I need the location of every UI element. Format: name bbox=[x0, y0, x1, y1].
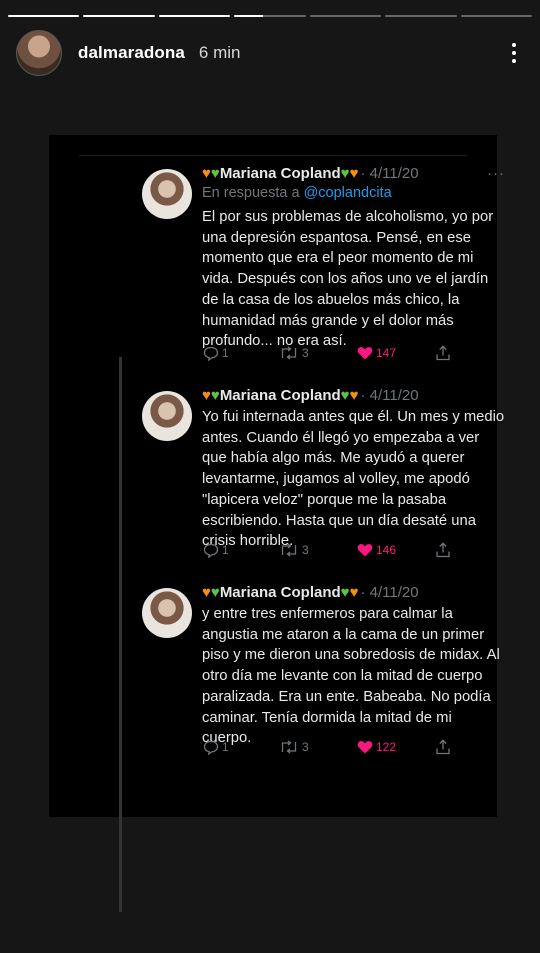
orange-heart-icon: ♥ bbox=[202, 165, 211, 182]
heart-icon bbox=[357, 544, 373, 557]
green-heart-icon: ♥ bbox=[210, 584, 220, 601]
tweet-avatar bbox=[142, 588, 192, 638]
tweet-avatar bbox=[142, 391, 192, 441]
retweet-icon bbox=[281, 740, 297, 754]
story-progress-segment bbox=[158, 15, 231, 17]
green-heart-icon: ♥ bbox=[340, 387, 350, 404]
green-heart-icon: ♥ bbox=[210, 387, 220, 404]
tweet-date: · 4/11/20 bbox=[360, 387, 419, 404]
tweet-author: Mariana Copland bbox=[219, 387, 341, 404]
heart-icon bbox=[357, 741, 373, 754]
reply-context: En respuesta a @coplandcita bbox=[202, 185, 392, 201]
story-header: dalmaradona 6 min bbox=[16, 30, 524, 76]
reply-icon bbox=[203, 543, 219, 558]
tweet-author: Mariana Copland bbox=[219, 584, 341, 601]
story-progress bbox=[8, 15, 532, 17]
reply-action: 1 bbox=[203, 346, 229, 361]
orange-heart-icon: ♥ bbox=[349, 165, 359, 182]
reply-handle: @coplandcita bbox=[303, 185, 392, 201]
green-heart-icon: ♥ bbox=[210, 165, 220, 182]
orange-heart-icon: ♥ bbox=[202, 584, 211, 601]
share-action bbox=[435, 542, 451, 558]
share-icon bbox=[436, 345, 450, 361]
share-icon bbox=[436, 542, 450, 558]
reply-icon bbox=[203, 740, 219, 755]
story-progress-segment bbox=[234, 15, 306, 17]
share-action bbox=[435, 739, 451, 755]
divider bbox=[79, 155, 467, 156]
tweet-thread-screenshot: ♥ ♥ Mariana Copland ♥ ♥ · 4/11/20 ··· En re… bbox=[49, 135, 504, 912]
green-heart-icon: ♥ bbox=[340, 584, 350, 601]
retweet-action: 3 bbox=[279, 346, 309, 360]
heart-icon bbox=[357, 347, 373, 360]
reply-icon bbox=[203, 346, 219, 361]
thread-connector bbox=[119, 357, 122, 912]
reply-action: 1 bbox=[203, 543, 229, 558]
share-icon bbox=[436, 739, 450, 755]
orange-heart-icon: ♥ bbox=[349, 387, 359, 404]
story-username[interactable]: dalmaradona bbox=[78, 43, 185, 63]
orange-heart-icon: ♥ bbox=[202, 387, 211, 404]
green-heart-icon: ♥ bbox=[340, 165, 350, 182]
tweet-date: · 4/11/20 bbox=[360, 165, 419, 182]
share-action bbox=[435, 345, 451, 361]
retweet-action: 3 bbox=[279, 543, 309, 557]
story-progress-segment bbox=[309, 15, 382, 17]
retweet-icon bbox=[281, 346, 297, 360]
tweet-text: y entre tres enfermeros para calmar la a… bbox=[202, 606, 500, 747]
more-options-icon[interactable] bbox=[504, 38, 524, 68]
story-avatar[interactable] bbox=[16, 30, 62, 76]
tweet-date: · 4/11/20 bbox=[360, 584, 419, 601]
orange-heart-icon: ♥ bbox=[349, 584, 359, 601]
tweet-more-icon: ··· bbox=[487, 165, 505, 182]
tweet-text: Yo fui internada antes que él. Un mes y … bbox=[202, 409, 505, 550]
tweet-text: El por sus problemas de alcoholismo, yo … bbox=[202, 209, 494, 350]
like-action: 122 bbox=[357, 740, 396, 754]
reply-action: 1 bbox=[203, 740, 229, 755]
story-progress-segment bbox=[460, 15, 532, 17]
story-progress-segment bbox=[385, 15, 457, 17]
like-action: 146 bbox=[357, 543, 396, 557]
like-action: 147 bbox=[357, 346, 396, 360]
tweet-author: Mariana Copland bbox=[219, 165, 341, 182]
story-timestamp: 6 min bbox=[198, 43, 241, 62]
story-progress-segment bbox=[83, 15, 155, 17]
tweet-avatar bbox=[142, 169, 192, 219]
retweet-action: 3 bbox=[279, 740, 309, 754]
retweet-icon bbox=[281, 543, 297, 557]
story-progress-segment bbox=[8, 15, 80, 17]
